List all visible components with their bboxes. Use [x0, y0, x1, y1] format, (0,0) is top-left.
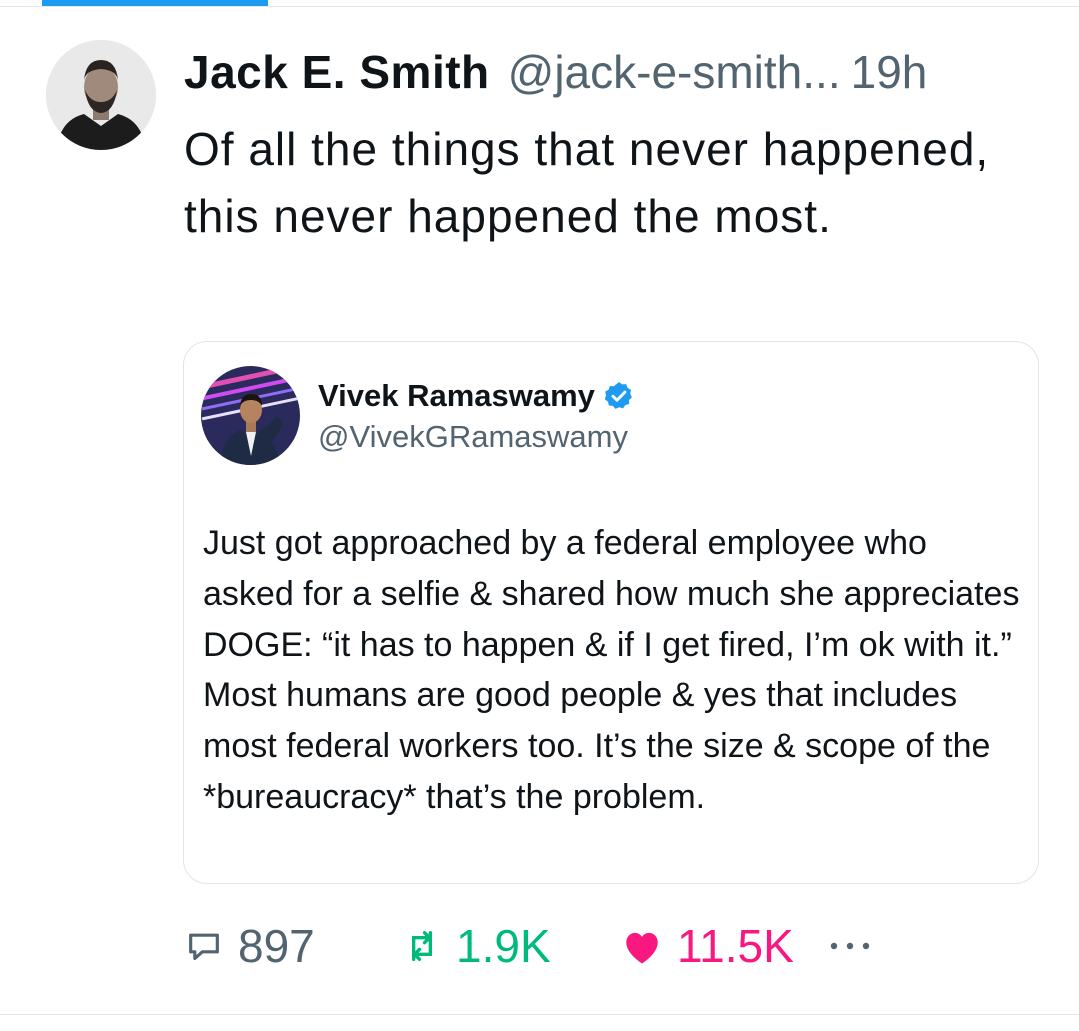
like-button[interactable]: 11.5K	[621, 918, 794, 974]
author-handle[interactable]: @jack-e-smith...	[508, 42, 841, 102]
tweet-actions-bar: 897 1.9K 11.5K	[184, 918, 904, 974]
more-icon	[828, 940, 872, 952]
retweet-button[interactable]: 1.9K	[402, 918, 551, 974]
reply-count: 897	[238, 920, 315, 972]
tweet-header: Jack E. Smith @jack-e-smith... 19h	[184, 42, 927, 102]
retweet-count: 1.9K	[456, 920, 551, 972]
quoted-author-avatar-image	[201, 366, 300, 465]
reply-button[interactable]: 897	[184, 918, 315, 974]
like-count: 11.5K	[677, 920, 794, 972]
verified-badge-icon	[603, 380, 635, 412]
quoted-author-handle[interactable]: @VivekGRamaswamy	[318, 417, 628, 457]
author-avatar[interactable]	[46, 40, 156, 150]
quoted-author-avatar[interactable]	[201, 366, 300, 465]
tweet-text: Of all the things that never happened, t…	[184, 123, 990, 242]
retweet-icon	[402, 926, 442, 966]
reply-icon	[184, 926, 224, 966]
author-display-name[interactable]: Jack E. Smith	[184, 42, 490, 102]
more-options-button[interactable]	[828, 918, 872, 974]
quoted-author-name-row: Vivek Ramaswamy	[318, 376, 635, 416]
quoted-author-display-name[interactable]: Vivek Ramaswamy	[318, 376, 595, 416]
top-divider	[0, 6, 1079, 7]
bottom-divider	[0, 1014, 1079, 1015]
quoted-tweet-text: Just got approached by a federal employe…	[203, 524, 1020, 816]
heart-icon	[621, 926, 663, 966]
author-avatar-image	[46, 40, 156, 150]
tweet-timestamp[interactable]: 19h	[851, 42, 928, 102]
